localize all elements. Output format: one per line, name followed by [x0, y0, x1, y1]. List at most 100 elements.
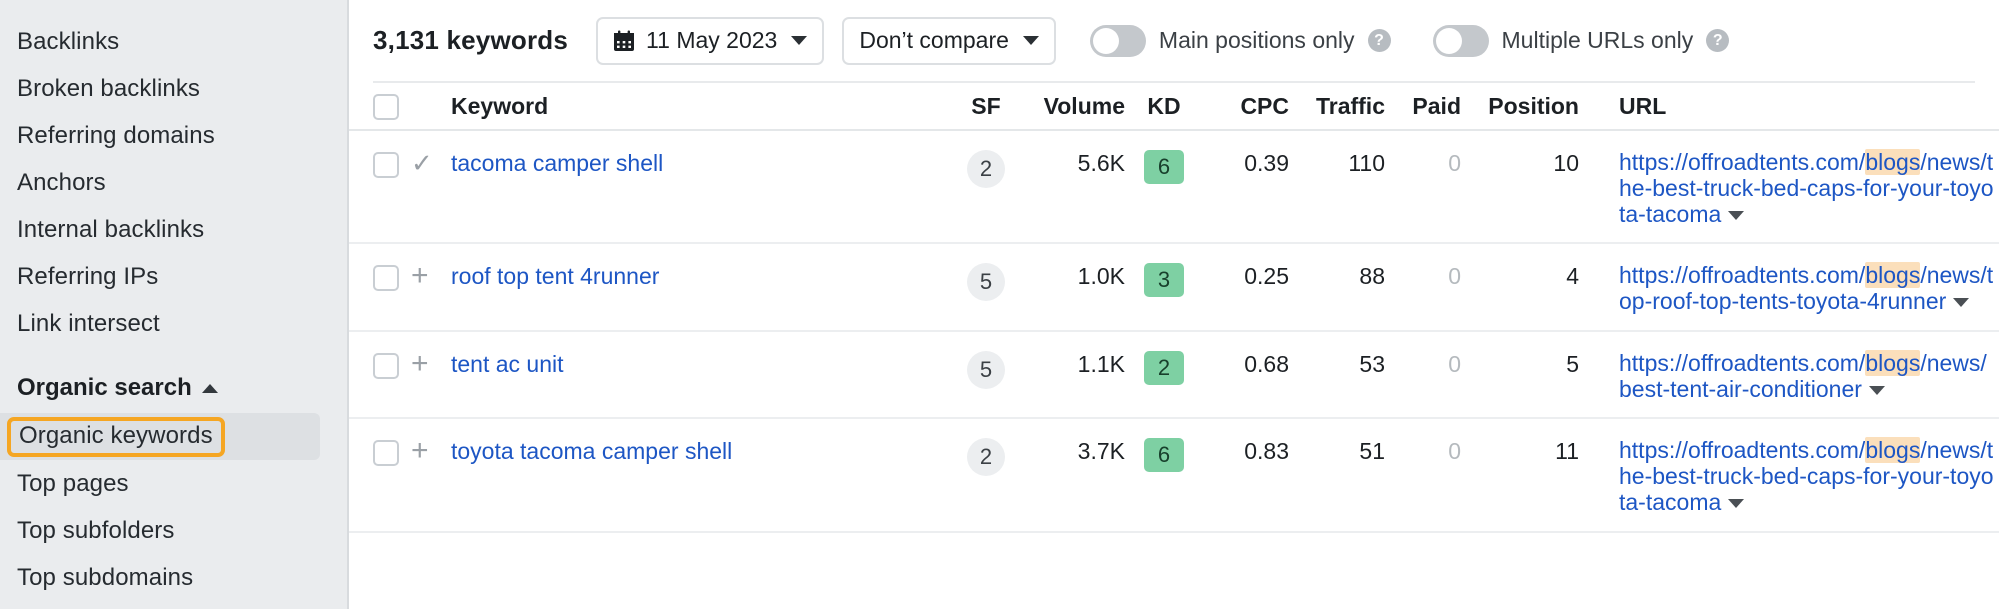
keyword-link[interactable]: toyota tacoma camper shell	[451, 438, 732, 464]
paid-cell: 0	[1385, 351, 1461, 378]
sidebar-section-label: Organic search	[17, 374, 192, 402]
sidebar-item-referring-ips[interactable]: Referring IPs	[0, 253, 349, 300]
url-link[interactable]: https://offroadtents.com/blogs/news/the-…	[1619, 150, 1999, 227]
sidebar-nav-list: Backlinks Broken backlinks Referring domai…	[0, 0, 349, 601]
sidebar-item-organic-keywords[interactable]: Organic keywords	[0, 413, 320, 460]
row-checkbox[interactable]	[373, 353, 399, 379]
table-header-row: Keyword SF Volume KD CPC Traffic Paid Po…	[349, 83, 1999, 131]
check-icon[interactable]: ✓	[411, 150, 433, 176]
sidebar: Backlinks Broken backlinks Referring domai…	[0, 0, 349, 609]
sidebar-item-referring-domains[interactable]: Referring domains	[0, 112, 349, 159]
help-icon[interactable]: ?	[1706, 29, 1729, 52]
row-select-cell	[373, 438, 411, 466]
sidebar-item-top-subfolders[interactable]: Top subfolders	[0, 507, 349, 554]
row-select-cell	[373, 263, 411, 291]
cpc-cell: 0.39	[1203, 150, 1289, 177]
url-link[interactable]: https://offroadtents.com/blogs/news/best…	[1619, 351, 1999, 403]
column-header-url[interactable]: URL	[1579, 93, 1999, 120]
row-action-cell: +	[411, 351, 451, 378]
sidebar-item-backlinks[interactable]: Backlinks	[0, 18, 349, 65]
column-header-traffic[interactable]: Traffic	[1289, 93, 1385, 120]
sidebar-item-label: Top subdomains	[17, 564, 193, 592]
sidebar-item-top-subdomains[interactable]: Top subdomains	[0, 554, 349, 601]
column-header-keyword[interactable]: Keyword	[451, 93, 943, 120]
column-header-paid[interactable]: Paid	[1385, 93, 1461, 120]
main-content: 3,131 keywords	[349, 0, 1999, 609]
kd-badge: 6	[1144, 438, 1184, 472]
plus-icon[interactable]: +	[411, 351, 429, 377]
app-root: Backlinks Broken backlinks Referring domai…	[0, 0, 1999, 609]
sidebar-item-internal-backlinks[interactable]: Internal backlinks	[0, 206, 349, 253]
main-positions-toggle-group: Main positions only ?	[1090, 25, 1391, 57]
url-prefix: https://offroadtents.com/	[1619, 350, 1865, 376]
keyword-link[interactable]: roof top tent 4runner	[451, 263, 659, 289]
url-prefix: https://offroadtents.com/	[1619, 437, 1865, 463]
calendar-icon	[613, 30, 635, 52]
sidebar-item-label: Link intersect	[17, 310, 160, 338]
row-checkbox[interactable]	[373, 152, 399, 178]
compare-dropdown-button[interactable]: Don’t compare	[842, 17, 1056, 65]
position-cell: 10	[1461, 150, 1579, 177]
multiple-urls-toggle-group: Multiple URLs only ?	[1433, 25, 1730, 57]
chevron-down-icon	[791, 36, 807, 45]
paid-cell: 0	[1385, 263, 1461, 290]
help-icon[interactable]: ?	[1368, 29, 1391, 52]
url-prefix: https://offroadtents.com/	[1619, 149, 1865, 175]
cpc-cell: 0.68	[1203, 351, 1289, 378]
sidebar-item-label: Top subfolders	[17, 517, 175, 545]
column-header-kd[interactable]: KD	[1125, 93, 1203, 120]
url-link[interactable]: https://offroadtents.com/blogs/news/top-…	[1619, 263, 1999, 315]
sidebar-item-broken-backlinks[interactable]: Broken backlinks	[0, 65, 349, 112]
cpc-cell: 0.25	[1203, 263, 1289, 290]
multiple-urls-only-toggle[interactable]	[1433, 25, 1489, 57]
chevron-down-icon[interactable]	[1728, 211, 1744, 220]
sidebar-section-organic-search[interactable]: Organic search	[0, 363, 349, 413]
sidebar-item-top-pages[interactable]: Top pages	[0, 460, 349, 507]
toolbar: 3,131 keywords	[349, 0, 1999, 81]
volume-cell: 1.1K	[1029, 351, 1125, 378]
volume-cell: 5.6K	[1029, 150, 1125, 177]
sidebar-item-label: Anchors	[17, 169, 106, 197]
kd-cell: 2	[1125, 351, 1203, 385]
sidebar-item-link-intersect[interactable]: Link intersect	[0, 300, 349, 347]
kd-cell: 6	[1125, 438, 1203, 472]
sf-cell: 5	[943, 351, 1029, 389]
plus-icon[interactable]: +	[411, 263, 429, 289]
paid-cell: 0	[1385, 438, 1461, 465]
column-header-sf[interactable]: SF	[943, 93, 1029, 120]
sf-badge: 5	[967, 263, 1005, 301]
keyword-cell: tacoma camper shell	[451, 150, 943, 177]
column-header-position[interactable]: Position	[1461, 93, 1579, 120]
row-action-cell: +	[411, 263, 451, 290]
traffic-cell: 51	[1289, 438, 1385, 465]
paid-cell: 0	[1385, 150, 1461, 177]
sidebar-item-anchors[interactable]: Anchors	[0, 159, 349, 206]
keyword-link[interactable]: tacoma camper shell	[451, 150, 663, 176]
plus-icon[interactable]: +	[411, 438, 429, 464]
sidebar-item-clipped-above[interactable]	[0, 0, 349, 18]
chevron-down-icon[interactable]	[1869, 386, 1885, 395]
select-all-checkbox[interactable]	[373, 94, 399, 120]
keyword-link[interactable]: tent ac unit	[451, 351, 564, 377]
main-positions-only-toggle[interactable]	[1090, 25, 1146, 57]
table-row: +toyota tacoma camper shell23.7K60.83510…	[349, 419, 1999, 532]
chevron-down-icon[interactable]	[1953, 298, 1969, 307]
sf-badge: 2	[967, 438, 1005, 476]
row-checkbox[interactable]	[373, 265, 399, 291]
url-highlight: blogs	[1865, 350, 1920, 376]
url-highlight: blogs	[1865, 437, 1920, 463]
table-row: +tent ac unit51.1K20.685305https://offro…	[349, 332, 1999, 420]
url-cell-wrap: https://offroadtents.com/blogs/news/the-…	[1579, 150, 1999, 227]
url-cell-wrap: https://offroadtents.com/blogs/news/best…	[1579, 351, 1999, 403]
column-header-cpc[interactable]: CPC	[1203, 93, 1289, 120]
date-picker-button[interactable]: 11 May 2023	[596, 17, 824, 65]
cpc-cell: 0.83	[1203, 438, 1289, 465]
url-link[interactable]: https://offroadtents.com/blogs/news/the-…	[1619, 438, 1999, 515]
column-header-volume[interactable]: Volume	[1029, 93, 1125, 120]
kd-cell: 6	[1125, 150, 1203, 184]
sf-badge: 2	[967, 150, 1005, 188]
chevron-down-icon[interactable]	[1728, 499, 1744, 508]
row-action-cell: ✓	[411, 150, 451, 177]
row-checkbox[interactable]	[373, 440, 399, 466]
sidebar-item-label: Broken backlinks	[17, 75, 200, 103]
